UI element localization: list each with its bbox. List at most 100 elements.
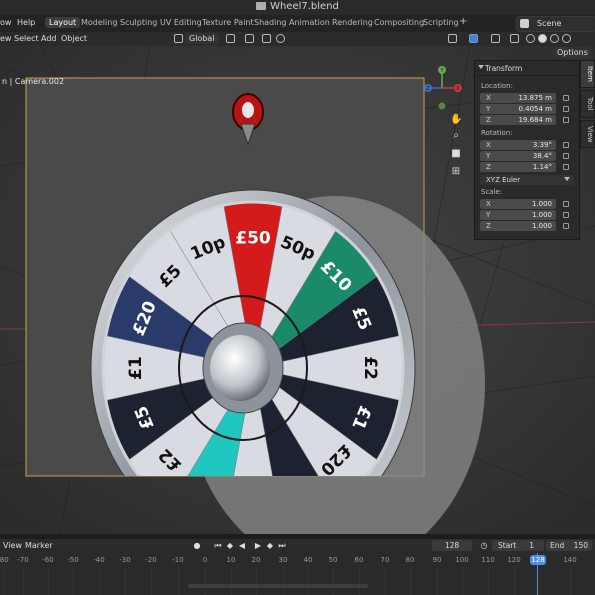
rotation-x-field[interactable]: X 3.39° [480,140,556,150]
timeline-menu-marker[interactable]: Marker [25,541,53,550]
location-x-field[interactable]: X 13.875 m [480,93,556,103]
xray-icon[interactable] [510,34,519,43]
timeline-grid-line [437,567,438,595]
gizmo-x-label: X [456,86,460,92]
location-y-field[interactable]: Y 0.4054 m [480,104,556,114]
hand-icon[interactable]: ✋ [450,114,462,126]
gizmo-neg-y[interactable] [438,102,446,110]
menu-select[interactable]: Select [14,34,39,43]
jump-start-icon[interactable]: ⏮ [213,541,223,551]
menu-view[interactable]: ew [0,34,11,43]
scale-y-field[interactable]: Y 1.000 [480,210,556,220]
tab-layout[interactable]: Layout [45,17,81,28]
timeline-ruler[interactable]: -80 -70 -60 -50 -40 -30 -20 -10 0 10 20 30 40 50 60 70 8… [0,553,595,595]
menu-object[interactable]: Object [61,34,87,43]
field-value: 3.39° [532,141,552,149]
proportional-edit-icon[interactable] [276,34,285,43]
menu-help[interactable]: Help [17,18,35,27]
current-frame-field[interactable]: 128 [432,540,472,551]
scene-selector[interactable]: Scene [516,16,595,32]
menu-window[interactable]: ow [0,18,11,27]
axis-label: Y [486,152,491,160]
end-frame-field[interactable]: End 150 [546,540,592,551]
scale-z-field[interactable]: Z 1.000 [480,221,556,231]
timeline-tick-label: -70 [17,556,29,564]
timeline-tick-label: -30 [119,556,131,564]
axis-label: Y [486,211,491,219]
location-label: Location: [481,82,513,90]
lock-icon[interactable] [563,201,569,207]
timeline-grid-line [410,567,411,595]
tab-animation[interactable]: Animation [285,17,334,28]
field-value: 1.14° [532,163,552,171]
tab-tool[interactable]: Tool [580,90,595,118]
viewport-header: ew Select Add Object Global [0,32,595,46]
field-value: 1.000 [531,222,552,230]
field-value: 0.4054 m [518,105,552,113]
lock-icon[interactable] [563,164,569,170]
grid-toggle-icon[interactable]: ⊞ [450,166,462,178]
pivot-icon[interactable] [226,34,235,43]
tab-texture-paint[interactable]: Texture Paint [198,17,258,28]
lock-icon[interactable] [563,106,569,112]
shading-material-icon[interactable] [550,34,559,43]
tab-modeling[interactable]: Modeling [77,17,121,28]
collapse-icon [478,65,484,69]
lock-icon[interactable] [563,212,569,218]
navigation-gizmo[interactable]: Y X Z [420,66,464,110]
play-icon[interactable]: ▶ [253,541,263,551]
timeline-tick-label: 100 [455,556,469,564]
tab-sculpting[interactable]: Sculpting [116,17,161,28]
timeline-tick-label: 110 [481,556,495,564]
rotation-label: Rotation: [481,129,513,137]
start-frame-field[interactable]: Start 1 [492,540,544,551]
orientation-icon [174,34,183,43]
next-key-icon[interactable]: ◆ [265,541,275,551]
lock-icon[interactable] [563,95,569,101]
clock-icon[interactable]: ◷ [479,541,489,551]
play-reverse-icon[interactable]: ◀ [237,541,247,551]
tab-view[interactable]: View [580,120,595,148]
shading-rendered-icon[interactable] [562,34,571,43]
overlays-icon[interactable] [491,34,500,43]
snap-icon[interactable] [245,34,254,43]
wheel-hub [210,335,270,401]
timeline-scrollbar[interactable] [188,584,368,588]
tab-scripting[interactable]: Scripting [419,17,463,28]
timeline-menu-view[interactable]: View [3,541,22,550]
transform-header[interactable]: Transform [475,61,579,76]
scene-icon [520,19,529,28]
scale-x-field[interactable]: X 1.000 [480,199,556,209]
visibility-icon[interactable] [448,34,457,43]
prev-key-icon[interactable]: ◆ [225,541,235,551]
window-title: Wheel7.blend [0,1,595,12]
rotation-mode-dropdown[interactable]: XYZ Euler [480,175,574,185]
transform-panel: Transform Location: X 13.875 m Y 0.4054 m … [474,60,580,240]
shading-solid-icon[interactable] [538,34,547,43]
options-dropdown[interactable]: Options [553,47,592,58]
tab-item[interactable]: Item [580,60,595,88]
field-value: 1.000 [531,200,552,208]
camera-view-icon[interactable]: ■ [450,148,462,160]
snap-options-icon[interactable] [262,34,271,43]
jump-end-icon[interactable]: ⏭ [277,541,287,551]
timeline-tick-label: -80 [0,556,9,564]
axis-label: X [486,94,491,102]
lock-icon[interactable] [563,153,569,159]
timeline-grid-line [3,567,4,595]
lock-icon[interactable] [563,117,569,123]
gizmo-toggle-icon[interactable] [469,34,478,43]
zoom-icon[interactable]: ⌕ [450,130,462,142]
lock-icon[interactable] [563,142,569,148]
add-workspace-button[interactable]: + [459,16,467,27]
menu-add[interactable]: Add [41,34,57,43]
shading-wireframe-icon[interactable] [526,34,535,43]
orientation-dropdown[interactable]: Global [185,33,219,44]
timeline-tick-label: 70 [380,556,390,564]
record-icon[interactable]: ● [192,541,202,551]
location-z-field[interactable]: Z 19.684 m [480,115,556,125]
timeline-grid-line [256,567,257,595]
lock-icon[interactable] [563,223,569,229]
rotation-y-field[interactable]: Y 38.4° [480,151,556,161]
rotation-z-field[interactable]: Z 1.14° [480,162,556,172]
